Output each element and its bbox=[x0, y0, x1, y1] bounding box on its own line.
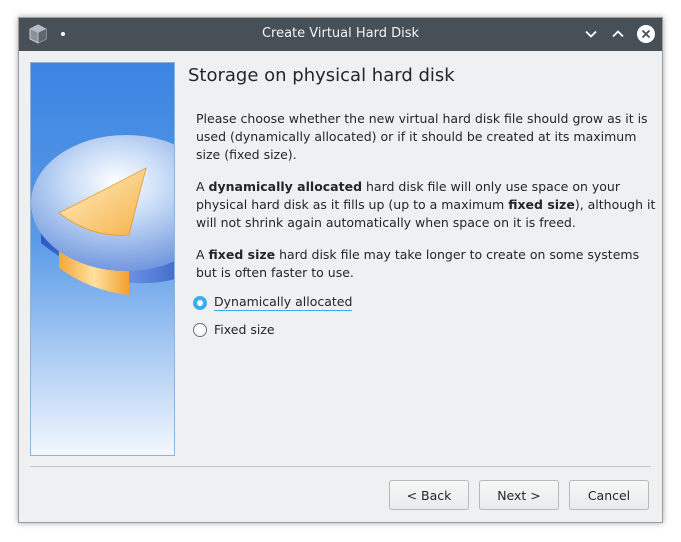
radio-dot bbox=[197, 299, 203, 306]
radio-button-unchecked[interactable] bbox=[193, 322, 207, 337]
hard-disk-pie-illustration bbox=[31, 63, 174, 455]
minimize-button[interactable] bbox=[582, 25, 600, 43]
wizard-side-image bbox=[30, 62, 175, 456]
back-button[interactable]: < Back bbox=[389, 480, 469, 510]
description-paragraph-1: Please choose whether the new virtual ha… bbox=[196, 111, 648, 162]
next-button[interactable]: Next > bbox=[479, 480, 559, 510]
cancel-button[interactable]: Cancel bbox=[569, 480, 649, 510]
description-paragraph-2: A dynamically allocated hard disk file w… bbox=[196, 178, 656, 232]
radio-label[interactable]: Fixed size bbox=[214, 322, 275, 337]
description-paragraph-3: A fixed size hard disk file may take lon… bbox=[196, 246, 656, 282]
page-title: Storage on physical hard disk bbox=[188, 65, 455, 86]
chevron-up-icon bbox=[612, 30, 624, 38]
title-bar[interactable]: Create Virtual Hard Disk bbox=[19, 18, 662, 51]
para3-bold-fixed: fixed size bbox=[208, 247, 276, 262]
maximize-button[interactable] bbox=[609, 25, 627, 43]
para3-text: A bbox=[196, 247, 209, 262]
dialog-window: Create Virtual Hard Disk Storage on phys… bbox=[18, 17, 663, 523]
radio-dynamically-allocated[interactable]: Dynamically allocated bbox=[193, 294, 353, 311]
para2-bold-dynamic: dynamically allocated bbox=[208, 179, 363, 194]
window-title: Create Virtual Hard Disk bbox=[261, 26, 420, 41]
chevron-down-icon bbox=[585, 30, 597, 38]
close-icon bbox=[641, 29, 651, 39]
radio-fixed-size[interactable]: Fixed size bbox=[193, 322, 275, 337]
para2-bold-fixed: fixed size bbox=[508, 197, 575, 212]
close-button[interactable] bbox=[637, 25, 655, 43]
para2-text: A bbox=[196, 179, 209, 194]
radio-button-checked[interactable] bbox=[193, 295, 207, 310]
radio-label[interactable]: Dynamically allocated bbox=[214, 294, 353, 311]
button-separator bbox=[30, 466, 651, 467]
